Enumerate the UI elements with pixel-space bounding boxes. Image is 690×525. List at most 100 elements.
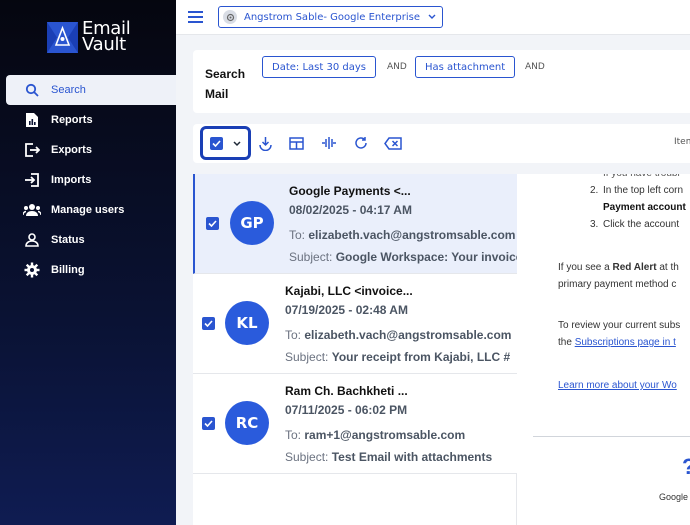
refresh-icon[interactable] [352,134,370,152]
subject-label: Subject: [289,250,333,264]
preview-step-number: 2. [590,185,599,196]
row-checkbox[interactable] [202,317,215,330]
to-address: ram+1@angstromsable.com [304,428,466,442]
footer-text: Google [659,492,689,502]
email-from: Ram Ch. Bachkheti ... [285,384,408,398]
chevron-down-icon [233,134,241,152]
export-icon [23,141,41,159]
top-bar: Angstrom Sable- Google Enterprise [176,0,690,35]
sidebar-nav: Search Reports Exports Imports Manage us… [6,75,176,285]
sidebar-item-status[interactable]: Status [6,225,176,255]
search-panel: Search Mail Date: Last 30 days AND Has a… [193,50,690,113]
and-label: AND [525,62,545,72]
brand-line-2: Vault [82,34,126,55]
download-icon[interactable] [256,134,274,152]
email-vault-logo-icon [47,21,78,53]
email-from: Kajabi, LLC <invoice... [285,284,413,298]
select-all-dropdown[interactable] [200,126,251,160]
items-count-label: Item [674,137,690,147]
alert-prefix: If you see a [558,262,613,273]
search-icon [23,81,41,99]
to-address: elizabeth.vach@angstromsable.com [308,228,516,242]
subscriptions-link[interactable]: Subscriptions page in t [575,337,676,348]
column-layout-icon[interactable] [320,134,338,152]
help-mark: ? [682,454,690,480]
preview-alert-text: If you see a Red Alert at th [558,259,679,276]
to-label: To: [289,228,306,242]
review-prefix: the [558,337,575,348]
sidebar-item-search[interactable]: Search [6,75,176,105]
to-label: To: [285,328,302,342]
avatar: GP [230,201,274,245]
subject-text: Test Email with attachments [331,450,493,464]
sidebar-item-reports[interactable]: Reports [6,105,176,135]
email-row[interactable]: RC Ram Ch. Bachkheti ... 07/11/2025 - 06… [193,374,517,474]
subject-text: Your receipt from Kajabi, LLC # [331,350,511,364]
preview-text: In the top left corn [603,185,684,196]
sidebar-item-manage-users[interactable]: Manage users [6,195,176,225]
search-title-line-2: Mail [205,87,229,101]
subject-label: Subject: [285,350,329,364]
account-name: Angstrom Sable- Google Enterprise [244,11,421,23]
divider [533,436,690,437]
sidebar-item-billing[interactable]: Billing [6,255,176,285]
subject-label: Subject: [285,450,329,464]
sidebar-item-exports[interactable]: Exports [6,135,176,165]
email-list: GP Google Payments <... 08/02/2025 - 04:… [193,174,517,525]
gear-icon [23,261,41,279]
preview-text: Click the account [603,219,680,230]
subject-text: Google Workspace: Your invoice [335,250,517,264]
account-selector[interactable]: Angstrom Sable- Google Enterprise [218,6,444,28]
learn-more-link[interactable]: Learn more about your Wo [558,380,677,391]
sidebar-item-label: Reports [51,114,93,126]
search-title-line-1: Search [205,67,246,81]
email-row[interactable]: KL Kajabi, LLC <invoice... 07/19/2025 - … [193,274,517,374]
email-subject: Subject: Test Email with attachments [285,450,492,464]
sidebar-item-label: Search [51,84,86,96]
toolbar: Item [193,124,690,163]
email-row[interactable]: GP Google Payments <... 08/02/2025 - 04:… [193,174,517,274]
avatar: RC [225,401,269,445]
sidebar: Email Vault Search Reports Exports Impor… [0,0,176,525]
email-to: To: elizabeth.vach@angstromsable.com [289,228,515,242]
row-checkbox[interactable] [206,217,219,230]
email-preview: If you have troubl 2. In the top left co… [517,174,690,525]
alert-suffix: at th [656,262,679,273]
email-date: 07/19/2025 - 02:48 AM [285,303,408,317]
sidebar-item-label: Billing [51,264,85,276]
email-from: Google Payments <... [289,184,411,198]
menu-icon[interactable] [188,11,203,23]
preview-text: If you have troubl [603,174,680,182]
clear-filter-icon[interactable] [384,134,402,152]
preview-text: To review your current subs [558,320,681,331]
preview-step-number: 3. [590,219,599,230]
import-icon [23,171,41,189]
to-address: elizabeth.vach@angstromsable.com [304,328,512,342]
email-subject: Subject: Your receipt from Kajabi, LLC # [285,350,510,364]
email-to: To: ram+1@angstromsable.com [285,428,465,442]
filter-chip-date[interactable]: Date: Last 30 days [262,56,376,78]
search-mail-title: Search Mail [205,64,255,104]
sidebar-item-imports[interactable]: Imports [6,165,176,195]
preview-text-bold: Payment account [603,202,686,213]
table-view-icon[interactable] [287,134,305,152]
users-icon [23,201,41,219]
preview-learn-line: Learn more about your Wo [558,377,677,394]
checkbox-checked-icon [210,136,223,150]
google-account-icon [223,10,237,24]
sidebar-item-label: Imports [51,174,92,186]
preview-review-line: the Subscriptions page in t [558,334,676,351]
preview-text: primary payment method c [558,279,677,290]
row-checkbox[interactable] [202,417,215,430]
email-date: 08/02/2025 - 04:17 AM [289,203,412,217]
email-to: To: elizabeth.vach@angstromsable.com [285,328,511,342]
sidebar-item-label: Manage users [51,204,125,216]
report-icon [23,111,41,129]
avatar: KL [225,301,269,345]
filter-chip-attachment[interactable]: Has attachment [415,56,516,78]
and-label: AND [387,62,407,72]
sidebar-item-label: Exports [51,144,92,156]
app-logo[interactable]: Email Vault [47,20,131,55]
email-subject: Subject: Google Workspace: Your invoice [289,250,517,264]
chevron-down-icon [428,12,436,23]
